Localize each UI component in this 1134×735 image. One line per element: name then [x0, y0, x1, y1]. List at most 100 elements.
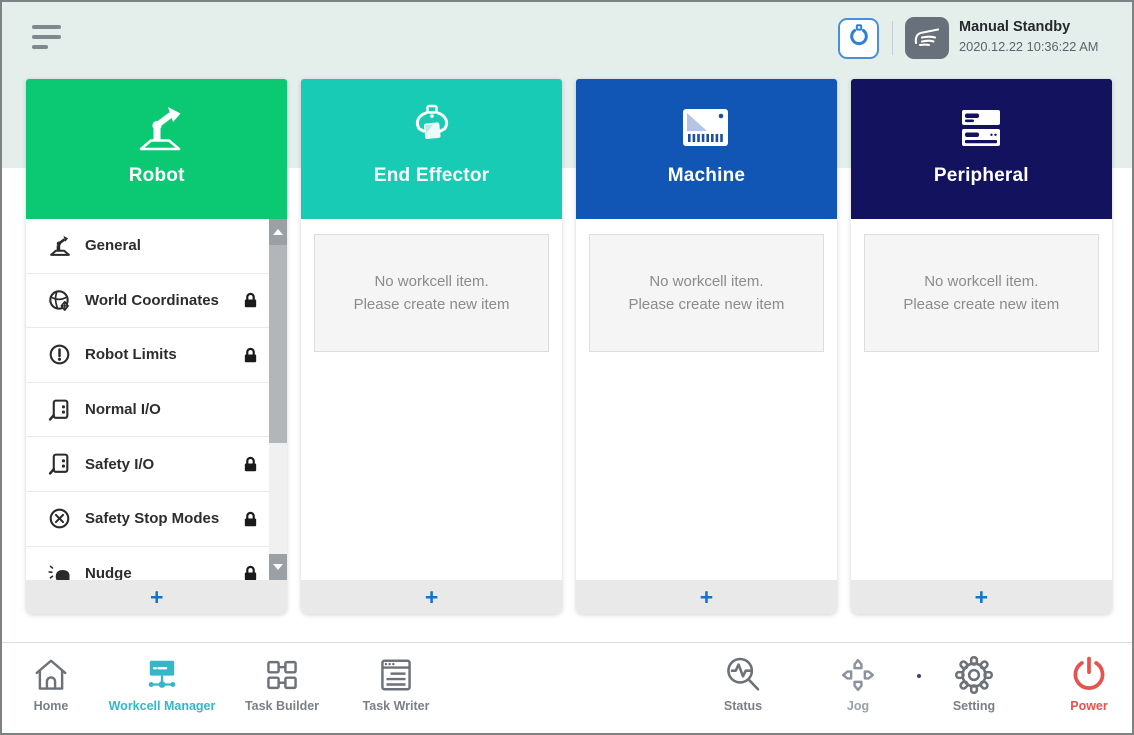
- robot-mode-button[interactable]: [905, 17, 949, 59]
- list-item-label: World Coordinates: [85, 292, 219, 309]
- list-item-label: Normal I/O: [85, 401, 161, 418]
- empty-state-line1: No workcell item.: [649, 273, 763, 290]
- bottom-navigation: Home Workcell Manager: [2, 642, 1132, 733]
- lock-icon: [242, 564, 259, 580]
- world-coordinates-icon: [46, 289, 73, 312]
- robot-state-label: Manual Standby: [959, 19, 1098, 35]
- task-builder-icon: [263, 652, 301, 698]
- robot-limits-icon: [46, 343, 73, 366]
- nudge-icon: [46, 562, 73, 580]
- column-title: Robot: [129, 165, 185, 187]
- nav-status[interactable]: Status: [698, 652, 788, 713]
- peripheral-column-header[interactable]: Peripheral: [851, 79, 1112, 219]
- nav-home[interactable]: Home: [6, 652, 96, 713]
- column-title: Peripheral: [934, 165, 1029, 187]
- empty-state-line1: No workcell item.: [374, 273, 488, 290]
- list-item-label: Safety I/O: [85, 456, 154, 473]
- list-item-label: General: [85, 237, 141, 254]
- nav-label: Power: [1070, 699, 1108, 713]
- list-item-normal-io[interactable]: Normal I/O: [26, 383, 287, 438]
- empty-state-line2: Please create new item: [628, 296, 784, 313]
- nav-label: Jog: [847, 699, 869, 713]
- nav-jog[interactable]: Jog: [813, 652, 903, 713]
- gripper-icon: [407, 99, 457, 157]
- workcell-column-robot: Robot General: [26, 79, 287, 614]
- workcell-manager-icon: [142, 652, 182, 698]
- empty-state-line1: No workcell item.: [924, 273, 1038, 290]
- machine-icon: [680, 99, 732, 157]
- add-machine-item-button[interactable]: +: [576, 580, 837, 614]
- jog-icon: [838, 652, 878, 698]
- list-item-safety-stop-modes[interactable]: Safety Stop Modes: [26, 492, 287, 547]
- scrollbar-thumb[interactable]: [269, 245, 287, 443]
- list-item-label: Safety Stop Modes: [85, 510, 219, 527]
- lock-icon: [242, 455, 259, 473]
- status-timestamp: 2020.12.22 10:36:22 AM: [959, 39, 1098, 54]
- setting-icon: [954, 652, 994, 698]
- topbar-divider: [892, 21, 893, 55]
- io-icon: [46, 452, 73, 476]
- robot-general-icon: [46, 234, 73, 257]
- robot-status-block: Manual Standby 2020.12.22 10:36:22 AM: [959, 19, 1098, 54]
- machine-column-header[interactable]: Machine: [576, 79, 837, 219]
- gripper-tool-button[interactable]: [838, 18, 879, 59]
- nav-workcell-manager[interactable]: Workcell Manager: [90, 652, 234, 713]
- scroll-down-button[interactable]: [269, 554, 287, 580]
- empty-state: No workcell item. Please create new item: [589, 234, 824, 352]
- list-item-label: Nudge: [85, 565, 132, 580]
- nav-power[interactable]: Power: [1044, 652, 1134, 713]
- end-effector-body: No workcell item. Please create new item: [301, 219, 562, 580]
- end-effector-column-header[interactable]: End Effector: [301, 79, 562, 219]
- robot-column-header[interactable]: Robot: [26, 79, 287, 219]
- list-item-label: Robot Limits: [85, 346, 177, 363]
- nav-setting[interactable]: Setting: [929, 652, 1019, 713]
- robot-settings-list: General World Coordinates: [26, 219, 287, 580]
- peripheral-body: No workcell item. Please create new item: [851, 219, 1112, 580]
- column-title: End Effector: [374, 165, 489, 187]
- nav-label: Setting: [953, 699, 995, 713]
- io-icon: [46, 398, 73, 422]
- gripper-tool-icon: [846, 23, 872, 54]
- list-item-safety-io[interactable]: Safety I/O: [26, 437, 287, 492]
- scrollbar[interactable]: [269, 219, 287, 580]
- empty-state: No workcell item. Please create new item: [864, 234, 1099, 352]
- nav-task-writer[interactable]: Task Writer: [339, 652, 453, 713]
- nav-label: Home: [34, 699, 69, 713]
- status-icon: [723, 652, 763, 698]
- plus-icon: +: [150, 584, 163, 610]
- add-robot-item-button[interactable]: +: [26, 580, 287, 614]
- plus-icon: +: [425, 584, 438, 610]
- nav-label: Task Writer: [363, 699, 430, 713]
- nav-label: Workcell Manager: [109, 699, 216, 713]
- column-title: Machine: [668, 165, 745, 187]
- workcell-column-end-effector: End Effector No workcell item. Please cr…: [301, 79, 562, 614]
- empty-state-line2: Please create new item: [354, 296, 510, 313]
- home-icon: [32, 652, 70, 698]
- nav-separator-dot: [917, 674, 921, 678]
- task-writer-icon: [377, 652, 415, 698]
- machine-body: No workcell item. Please create new item: [576, 219, 837, 580]
- scroll-up-button[interactable]: [269, 219, 287, 245]
- workcell-column-machine: Machine No workcell item. Please create …: [576, 79, 837, 614]
- power-icon: [1069, 652, 1109, 698]
- plus-icon: +: [975, 584, 988, 610]
- workcell-columns: Robot General: [26, 79, 1112, 614]
- nav-label: Status: [724, 699, 762, 713]
- manual-hand-icon: [912, 23, 942, 54]
- empty-state: No workcell item. Please create new item: [314, 234, 549, 352]
- nav-task-builder[interactable]: Task Builder: [226, 652, 338, 713]
- hamburger-menu-icon[interactable]: [32, 25, 64, 52]
- list-item-world-coordinates[interactable]: World Coordinates: [26, 274, 287, 329]
- plus-icon: +: [700, 584, 713, 610]
- teach-pendant-screen: Manual Standby 2020.12.22 10:36:22 AM Ro…: [0, 0, 1134, 735]
- list-item-nudge[interactable]: Nudge: [26, 547, 287, 580]
- add-peripheral-item-button[interactable]: +: [851, 580, 1112, 614]
- list-item-robot-limits[interactable]: Robot Limits: [26, 328, 287, 383]
- lock-icon: [242, 291, 259, 309]
- peripheral-icon: [955, 99, 1007, 157]
- add-end-effector-item-button[interactable]: +: [301, 580, 562, 614]
- stop-modes-icon: [46, 507, 73, 530]
- list-item-general[interactable]: General: [26, 219, 287, 274]
- robot-arm-icon: [129, 99, 185, 157]
- nav-label: Task Builder: [245, 699, 319, 713]
